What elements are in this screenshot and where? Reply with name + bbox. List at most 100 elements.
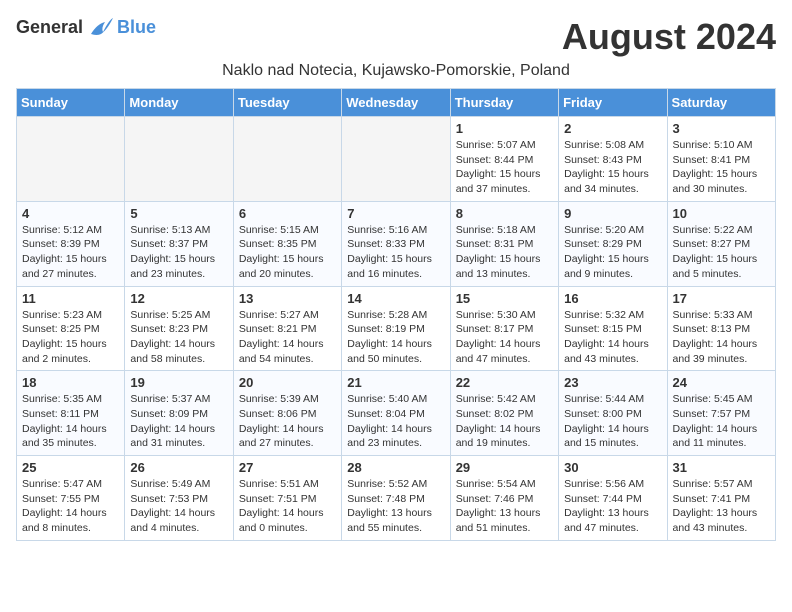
day-number: 19 [130,375,227,390]
day-info: Sunrise: 5:13 AM Sunset: 8:37 PM Dayligh… [130,223,227,282]
calendar-cell: 8 Sunrise: 5:18 AM Sunset: 8:31 PM Daylig… [450,201,558,286]
day-info: Sunrise: 5:20 AM Sunset: 8:29 PM Dayligh… [564,223,661,282]
calendar-cell: 23Sunrise: 5:44 AM Sunset: 8:00 PM Dayli… [559,371,667,456]
day-info: Sunrise: 5:30 AM Sunset: 8:17 PM Dayligh… [456,308,553,367]
calendar-cell: 4 Sunrise: 5:12 AM Sunset: 8:39 PM Daylig… [17,201,125,286]
calendar-cell [125,117,233,202]
day-info: Sunrise: 5:35 AM Sunset: 8:11 PM Dayligh… [22,392,119,451]
day-info: Sunrise: 5:56 AM Sunset: 7:44 PM Dayligh… [564,477,661,536]
day-info: Sunrise: 5:47 AM Sunset: 7:55 PM Dayligh… [22,477,119,536]
day-number: 21 [347,375,444,390]
day-number: 26 [130,460,227,475]
calendar-week-row: 25 Sunrise: 5:47 AM Sunset: 7:55 PM Dayli… [17,456,776,541]
day-info: Sunrise: 5:37 AM Sunset: 8:09 PM Dayligh… [130,392,227,451]
day-info: Sunrise: 5:12 AM Sunset: 8:39 PM Dayligh… [22,223,119,282]
header: General Blue August 2024 [16,16,776,58]
calendar-cell: 28 Sunrise: 5:52 AM Sunset: 7:48 PM Dayli… [342,456,450,541]
day-number: 9 [564,206,661,221]
day-number: 28 [347,460,444,475]
calendar-cell [233,117,341,202]
day-info: Sunrise: 5:45 AM Sunset: 7:57 PM Dayligh… [673,392,770,451]
weekday-header: Friday [559,89,667,117]
day-number: 11 [22,291,119,306]
day-info: Sunrise: 5:23 AM Sunset: 8:25 PM Dayligh… [22,308,119,367]
day-info: Sunrise: 5:39 AM Sunset: 8:06 PM Dayligh… [239,392,336,451]
calendar-cell: 1 Sunrise: 5:07 AM Sunset: 8:44 PM Daylig… [450,117,558,202]
calendar-cell: 17Sunrise: 5:33 AM Sunset: 8:13 PM Dayli… [667,286,775,371]
day-number: 2 [564,121,661,136]
day-number: 6 [239,206,336,221]
day-number: 10 [673,206,770,221]
weekday-header: Tuesday [233,89,341,117]
day-number: 22 [456,375,553,390]
day-info: Sunrise: 5:16 AM Sunset: 8:33 PM Dayligh… [347,223,444,282]
day-number: 3 [673,121,770,136]
day-info: Sunrise: 5:54 AM Sunset: 7:46 PM Dayligh… [456,477,553,536]
calendar-cell [342,117,450,202]
day-info: Sunrise: 5:52 AM Sunset: 7:48 PM Dayligh… [347,477,444,536]
day-number: 23 [564,375,661,390]
calendar-cell: 9 Sunrise: 5:20 AM Sunset: 8:29 PM Daylig… [559,201,667,286]
day-number: 31 [673,460,770,475]
calendar-table: SundayMondayTuesdayWednesdayThursdayFrid… [16,88,776,541]
weekday-header: Wednesday [342,89,450,117]
day-number: 18 [22,375,119,390]
calendar-cell: 18 Sunrise: 5:35 AM Sunset: 8:11 PM Dayli… [17,371,125,456]
day-number: 15 [456,291,553,306]
month-title: August 2024 [562,16,776,58]
calendar-cell: 25 Sunrise: 5:47 AM Sunset: 7:55 PM Dayli… [17,456,125,541]
day-number: 27 [239,460,336,475]
day-info: Sunrise: 5:10 AM Sunset: 8:41 PM Dayligh… [673,138,770,197]
day-info: Sunrise: 5:22 AM Sunset: 8:27 PM Dayligh… [673,223,770,282]
calendar-cell: 10 Sunrise: 5:22 AM Sunset: 8:27 PM Dayli… [667,201,775,286]
calendar-cell: 12Sunrise: 5:25 AM Sunset: 8:23 PM Dayli… [125,286,233,371]
calendar-week-row: 4 Sunrise: 5:12 AM Sunset: 8:39 PM Daylig… [17,201,776,286]
calendar-cell: 7 Sunrise: 5:16 AM Sunset: 8:33 PM Daylig… [342,201,450,286]
calendar-cell: 5 Sunrise: 5:13 AM Sunset: 8:37 PM Daylig… [125,201,233,286]
day-info: Sunrise: 5:07 AM Sunset: 8:44 PM Dayligh… [456,138,553,197]
calendar-cell: 22 Sunrise: 5:42 AM Sunset: 8:02 PM Dayli… [450,371,558,456]
calendar-cell: 27 Sunrise: 5:51 AM Sunset: 7:51 PM Dayli… [233,456,341,541]
day-number: 24 [673,375,770,390]
calendar-cell: 6Sunrise: 5:15 AM Sunset: 8:35 PM Daylig… [233,201,341,286]
day-info: Sunrise: 5:25 AM Sunset: 8:23 PM Dayligh… [130,308,227,367]
day-number: 1 [456,121,553,136]
calendar-cell: 19 Sunrise: 5:37 AM Sunset: 8:09 PM Dayli… [125,371,233,456]
subtitle: Naklo nad Notecia, Kujawsko-Pomorskie, P… [16,62,776,80]
day-info: Sunrise: 5:33 AM Sunset: 8:13 PM Dayligh… [673,308,770,367]
day-info: Sunrise: 5:49 AM Sunset: 7:53 PM Dayligh… [130,477,227,536]
day-info: Sunrise: 5:28 AM Sunset: 8:19 PM Dayligh… [347,308,444,367]
day-info: Sunrise: 5:42 AM Sunset: 8:02 PM Dayligh… [456,392,553,451]
calendar-cell: 16 Sunrise: 5:32 AM Sunset: 8:15 PM Dayli… [559,286,667,371]
weekday-header: Thursday [450,89,558,117]
calendar-cell [17,117,125,202]
day-number: 7 [347,206,444,221]
calendar-week-row: 11 Sunrise: 5:23 AM Sunset: 8:25 PM Dayli… [17,286,776,371]
calendar-cell: 20 Sunrise: 5:39 AM Sunset: 8:06 PM Dayli… [233,371,341,456]
day-info: Sunrise: 5:18 AM Sunset: 8:31 PM Dayligh… [456,223,553,282]
logo: General Blue [16,16,156,38]
day-number: 29 [456,460,553,475]
weekday-header: Monday [125,89,233,117]
calendar-week-row: 18 Sunrise: 5:35 AM Sunset: 8:11 PM Dayli… [17,371,776,456]
day-info: Sunrise: 5:27 AM Sunset: 8:21 PM Dayligh… [239,308,336,367]
weekday-header: Sunday [17,89,125,117]
day-number: 5 [130,206,227,221]
calendar-cell: 31Sunrise: 5:57 AM Sunset: 7:41 PM Dayli… [667,456,775,541]
day-info: Sunrise: 5:51 AM Sunset: 7:51 PM Dayligh… [239,477,336,536]
logo-general: General [16,17,83,38]
calendar-cell: 21Sunrise: 5:40 AM Sunset: 8:04 PM Dayli… [342,371,450,456]
day-number: 14 [347,291,444,306]
day-number: 4 [22,206,119,221]
day-number: 8 [456,206,553,221]
calendar-cell: 3 Sunrise: 5:10 AM Sunset: 8:41 PM Daylig… [667,117,775,202]
day-info: Sunrise: 5:32 AM Sunset: 8:15 PM Dayligh… [564,308,661,367]
calendar-cell: 13Sunrise: 5:27 AM Sunset: 8:21 PM Dayli… [233,286,341,371]
calendar-cell: 29 Sunrise: 5:54 AM Sunset: 7:46 PM Dayli… [450,456,558,541]
day-number: 20 [239,375,336,390]
logo-bird-icon [87,16,115,38]
day-number: 16 [564,291,661,306]
day-number: 25 [22,460,119,475]
weekday-header: Saturday [667,89,775,117]
logo-blue: Blue [117,17,156,38]
